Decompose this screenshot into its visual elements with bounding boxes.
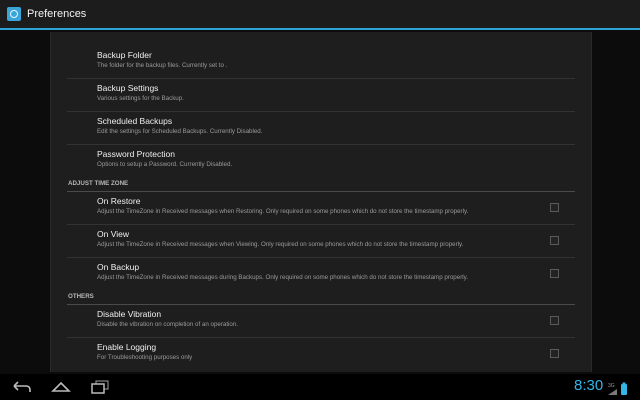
pref-password-protection[interactable]: Password Protection Options to setup a P… (51, 145, 591, 177)
status-icons[interactable]: 3G (607, 380, 637, 396)
action-bar: Preferences (0, 0, 640, 28)
page-title: Preferences (27, 8, 87, 20)
enable-logging-checkbox[interactable] (550, 349, 559, 358)
pref-backup-settings[interactable]: Backup Settings Various settings for the… (51, 79, 591, 111)
pref-summary: Options to setup a Password. Currently D… (97, 161, 233, 168)
system-bar: 8:30 3G (0, 374, 640, 400)
pref-title: Backup Folder (97, 50, 152, 60)
preferences-panel[interactable]: Backup Folder The folder for the backup … (50, 32, 592, 372)
pref-on-restore[interactable]: On Restore Adjust the TimeZone in Receiv… (51, 192, 591, 224)
app-icon[interactable] (7, 7, 21, 21)
pref-title: On Restore (97, 196, 141, 206)
pref-on-view[interactable]: On View Adjust the TimeZone in Received … (51, 225, 591, 257)
pref-title: On View (97, 229, 129, 239)
disable-vibration-checkbox[interactable] (550, 316, 559, 325)
pref-title: Enable Logging (97, 342, 157, 352)
pref-disable-vibration[interactable]: Disable Vibration Disable the vibration … (51, 305, 591, 337)
pref-on-backup[interactable]: On Backup Adjust the TimeZone in Receive… (51, 258, 591, 290)
pref-summary: The folder for the backup files. Current… (97, 62, 228, 69)
pref-summary: Various settings for the Backup. (97, 95, 184, 102)
pref-enable-logging[interactable]: Enable Logging For Troubleshooting purpo… (51, 338, 591, 370)
pref-summary: For Troubleshooting purposes only (97, 354, 193, 361)
on-restore-checkbox[interactable] (550, 203, 559, 212)
pref-title: On Backup (97, 262, 140, 272)
battery-cap-icon (622, 382, 626, 385)
category-adjust-time-zone: ADJUST TIME ZONE (68, 180, 129, 187)
pref-title: Backup Settings (97, 83, 159, 93)
back-icon[interactable] (12, 380, 32, 394)
pref-summary: Adjust the TimeZone in Received messages… (97, 208, 469, 215)
pref-summary: Adjust the TimeZone in Received messages… (97, 274, 468, 281)
pref-summary: Edit the settings for Scheduled Backups.… (97, 128, 263, 135)
pref-summary: Disable the vibration on completion of a… (97, 321, 239, 328)
pref-title: Scheduled Backups (97, 116, 173, 126)
pref-title: Password Protection (97, 149, 175, 159)
content-area: Backup Folder The folder for the backup … (0, 30, 640, 374)
pref-summary: Adjust the TimeZone in Received messages… (97, 241, 464, 248)
on-backup-checkbox[interactable] (550, 269, 559, 278)
pref-scheduled-backups[interactable]: Scheduled Backups Edit the settings for … (51, 112, 591, 144)
pref-title: Disable Vibration (97, 309, 162, 319)
on-view-checkbox[interactable] (550, 236, 559, 245)
clock: 8:30 (574, 377, 604, 394)
screen: Preferences Backup Folder The folder for… (0, 0, 640, 400)
pref-backup-folder[interactable]: Backup Folder The folder for the backup … (51, 46, 591, 78)
signal-label: 3G (608, 383, 615, 389)
recent-apps-icon[interactable] (90, 380, 110, 394)
category-others: OTHERS (68, 293, 94, 300)
battery-icon (621, 384, 627, 395)
signal-icon (608, 389, 617, 395)
preferences-list: Backup Folder The folder for the backup … (51, 46, 591, 370)
home-icon[interactable] (51, 380, 71, 394)
